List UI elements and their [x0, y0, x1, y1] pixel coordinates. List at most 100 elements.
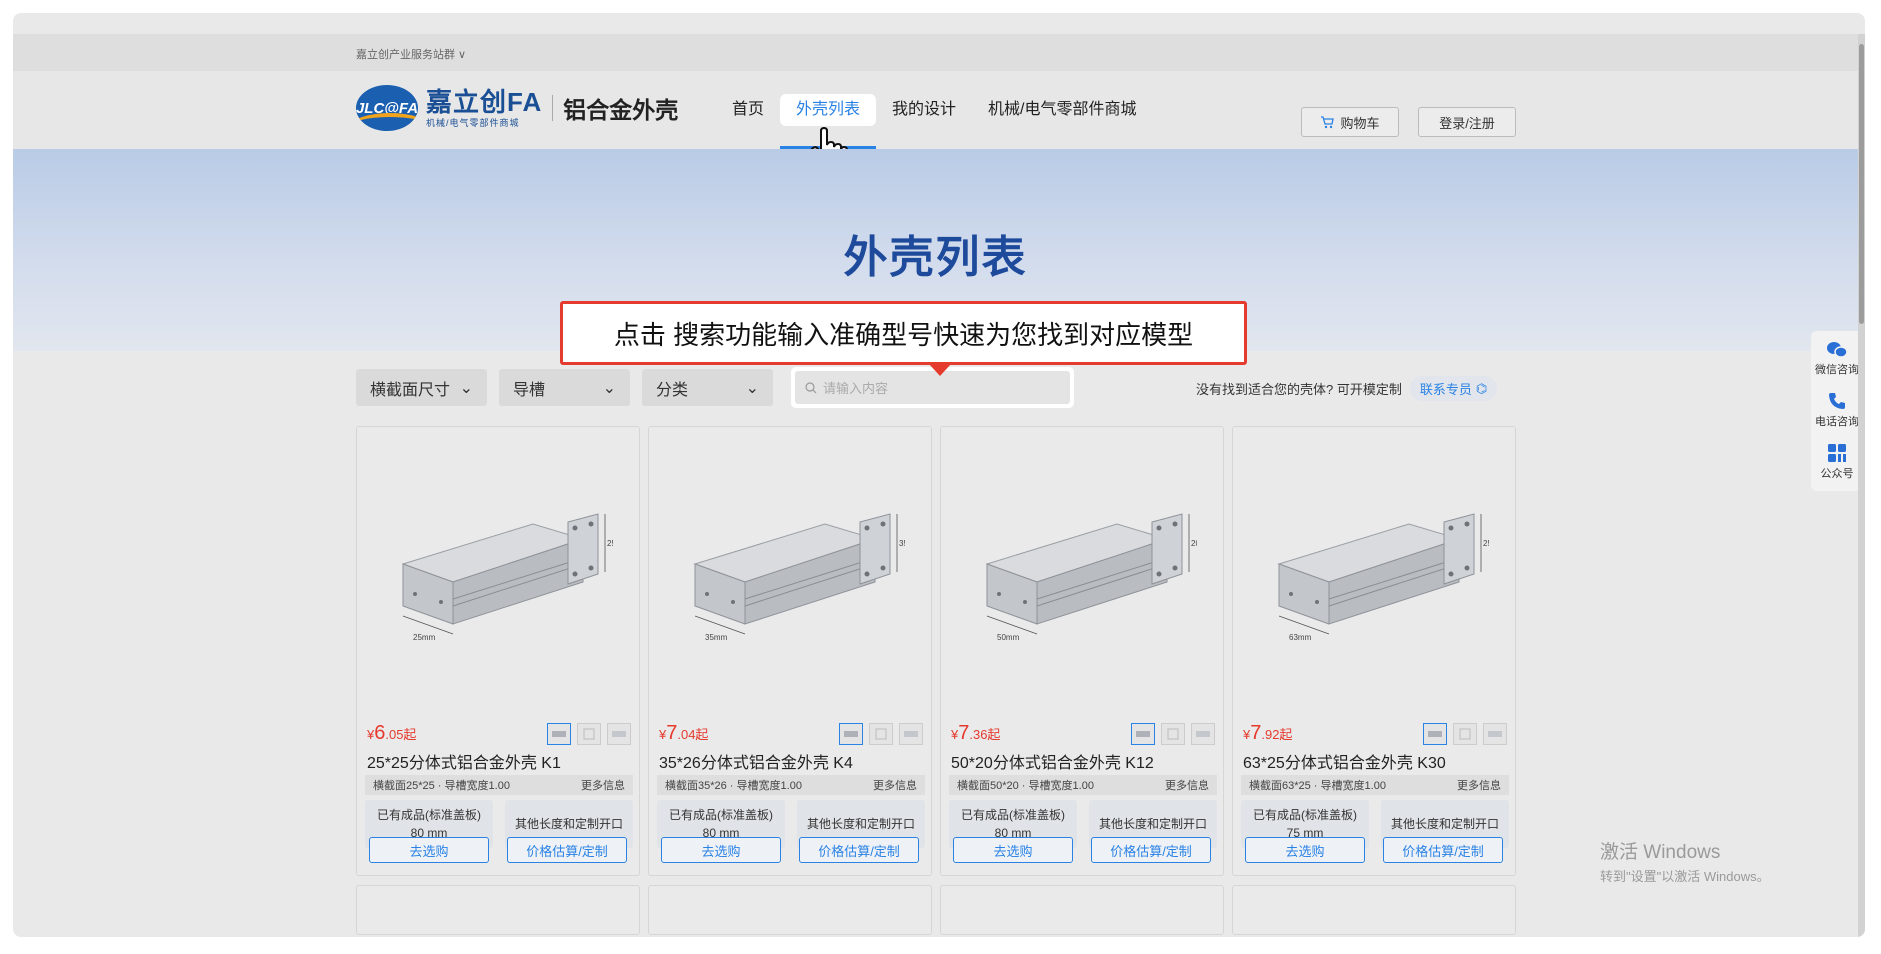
product-price: ¥7.92起: [1243, 722, 1292, 745]
view-thumbnails: [1131, 723, 1215, 745]
product-card[interactable]: 25mm 25mm ¥6.05起 25*25分体式铝合金外壳 K1 横截面25*…: [356, 426, 640, 876]
thumbnail-view-2[interactable]: [577, 723, 601, 745]
quote-custom-button[interactable]: 价格估算/定制: [799, 837, 919, 863]
aluminum-enclosure-image: 25mm 25mm: [401, 513, 613, 642]
product-card-partial: [1232, 885, 1516, 935]
product-title[interactable]: 50*20分体式铝合金外壳 K12: [951, 749, 1154, 773]
buy-button[interactable]: 去选购: [953, 837, 1073, 863]
enclosure-thumb-icon: [552, 731, 566, 737]
thumbnail-view-3[interactable]: [607, 723, 631, 745]
wechat-consult[interactable]: 微信咨询: [1815, 341, 1859, 377]
product-title[interactable]: 25*25分体式铝合金外壳 K1: [367, 749, 561, 773]
service-group-dropdown[interactable]: 嘉立创产业服务站群 ∨: [356, 46, 466, 62]
product-card[interactable]: 25mm 63mm ¥7.92起 63*25分体式铝合金外壳 K30 横截面63…: [1232, 426, 1516, 876]
enclosure-front-thumb-icon: [583, 728, 595, 740]
contact-agent-link[interactable]: 联系专员 ⌬: [1409, 376, 1498, 401]
more-info-link[interactable]: 更多信息: [1165, 777, 1209, 793]
quote-custom-button[interactable]: 价格估算/定制: [1091, 837, 1211, 863]
custom-option-label: 其他长度和定制开口: [806, 817, 915, 831]
quote-custom-button[interactable]: 价格估算/定制: [507, 837, 627, 863]
product-spec: 横截面35*26 · 导槽宽度1.00 更多信息: [657, 775, 925, 795]
nav-shell-list[interactable]: 外壳列表: [780, 94, 877, 149]
enclosure-front-thumb-icon: [1167, 728, 1179, 740]
buy-button[interactable]: 去选购: [661, 837, 781, 863]
thumbnail-view-3[interactable]: [899, 723, 923, 745]
thumbnail-view-2[interactable]: [1453, 723, 1477, 745]
more-info-link[interactable]: 更多信息: [1457, 777, 1501, 793]
cart-label: 购物车: [1340, 115, 1380, 131]
login-register-button[interactable]: 登录/注册: [1418, 107, 1516, 137]
standard-product-label: 已有成品(标准盖板): [1253, 808, 1357, 822]
enclosure-thumb-icon: [1136, 731, 1150, 737]
navbar: JLC@FA 嘉立创FA 机械/电气零部件商城 铝合金外壳 首页 外壳列表 我的…: [13, 71, 1858, 170]
standard-product-label: 已有成品(标准盖板): [961, 808, 1065, 822]
thumbnail-view-1[interactable]: [1423, 723, 1447, 745]
chevron-down-icon: ⌄: [459, 379, 473, 397]
product-image[interactable]: 20mm 50mm: [949, 439, 1215, 709]
more-info-link[interactable]: 更多信息: [581, 777, 625, 793]
standard-product-label: 已有成品(标准盖板): [669, 808, 773, 822]
thumbnail-view-2[interactable]: [1161, 723, 1185, 745]
wechat-icon: [1827, 342, 1848, 358]
scrollbar[interactable]: [1858, 34, 1865, 937]
enclosure-front-thumb-icon: [875, 728, 887, 740]
spec-text: 横截面25*25 · 导槽宽度1.00: [373, 780, 510, 792]
phone-label: 电话咨询: [1815, 416, 1859, 428]
thumbnail-view-1[interactable]: [1131, 723, 1155, 745]
phone-consult[interactable]: 电话咨询: [1815, 391, 1859, 429]
standard-product-label: 已有成品(标准盖板): [377, 808, 481, 822]
product-grid: 25mm 25mm ¥6.05起 25*25分体式铝合金外壳 K1 横截面25*…: [356, 426, 1516, 876]
product-title[interactable]: 63*25分体式铝合金外壳 K30: [1243, 749, 1446, 773]
price-integer: 7: [958, 722, 970, 744]
svg-text:25mm: 25mm: [607, 539, 613, 548]
cross-section-select[interactable]: 横截面尺寸 ⌄: [356, 369, 487, 406]
buy-button[interactable]: 去选购: [1245, 837, 1365, 863]
buy-button[interactable]: 去选购: [369, 837, 489, 863]
product-image[interactable]: 25mm 25mm: [365, 439, 631, 709]
thumbnail-view-3[interactable]: [1483, 723, 1507, 745]
windows-activation-watermark: 激活 Windows 转到"设置"以激活 Windows。: [1600, 837, 1770, 885]
chevron-down-icon: ⌄: [602, 379, 616, 397]
official-account[interactable]: 公众号: [1821, 443, 1854, 481]
view-thumbnails: [547, 723, 631, 745]
svg-text:25mm: 25mm: [1483, 539, 1489, 548]
thumbnail-view-1[interactable]: [839, 723, 863, 745]
filter-bar: 横截面尺寸 ⌄ 导槽 ⌄ 分类 ⌄ 请输入内容: [356, 367, 1074, 408]
nav-parts-mall[interactable]: 机械/电气零部件商城: [972, 94, 1152, 126]
search-icon: [805, 381, 817, 393]
logo[interactable]: JLC@FA 嘉立创FA 机械/电气零部件商城 铝合金外壳: [356, 85, 678, 131]
product-card-partial: [648, 885, 932, 935]
scrollbar-thumb[interactable]: [1859, 44, 1864, 324]
thumbnail-view-1[interactable]: [547, 723, 571, 745]
thumbnail-view-2[interactable]: [869, 723, 893, 745]
thumbnail-view-3[interactable]: [1191, 723, 1215, 745]
product-image[interactable]: 35.8mm 35mm: [657, 439, 923, 709]
logo-badge-text: JLC@FA: [356, 99, 418, 117]
product-price: ¥7.36起: [951, 722, 1000, 745]
price-decimal: .36起: [969, 727, 1001, 742]
guide-slot-select[interactable]: 导槽 ⌄: [499, 369, 630, 406]
product-price: ¥7.04起: [659, 722, 708, 745]
quote-custom-button[interactable]: 价格估算/定制: [1383, 837, 1503, 863]
main-nav: 首页 外壳列表 我的设计 机械/电气零部件商城: [716, 71, 1153, 149]
category-select[interactable]: 分类 ⌄: [642, 369, 773, 406]
view-thumbnails: [839, 723, 923, 745]
product-title[interactable]: 35*26分体式铝合金外壳 K4: [659, 749, 853, 773]
product-image[interactable]: 25mm 63mm: [1241, 439, 1507, 709]
phone-icon: [1829, 393, 1845, 409]
more-info-link[interactable]: 更多信息: [873, 777, 917, 793]
spec-text: 横截面35*26 · 导槽宽度1.00: [665, 780, 802, 792]
product-card[interactable]: 20mm 50mm ¥7.36起 50*20分体式铝合金外壳 K12 横截面50…: [940, 426, 1224, 876]
nav-home[interactable]: 首页: [716, 94, 780, 126]
side-contact-panel: 微信咨询 电话咨询 公众号: [1811, 331, 1863, 491]
svg-text:25mm: 25mm: [413, 633, 436, 642]
price-decimal: .04起: [677, 727, 709, 742]
grid-icon: [1828, 444, 1846, 462]
nav-my-designs[interactable]: 我的设计: [876, 94, 972, 126]
top-strip: 嘉立创产业服务站群 ∨: [13, 34, 1858, 71]
product-card[interactable]: 35.8mm 35mm ¥7.04起 35*26分体式铝合金外壳 K4 横截面3…: [648, 426, 932, 876]
cart-button[interactable]: 购物车: [1301, 107, 1399, 137]
browser-frame: 嘉立创产业服务站群 ∨ JLC@FA 嘉立创FA 机械/电气零部件商城 铝合金外…: [13, 13, 1865, 937]
svg-text:35.8mm: 35.8mm: [899, 539, 905, 548]
chat-icon: ⌬: [1475, 380, 1488, 396]
